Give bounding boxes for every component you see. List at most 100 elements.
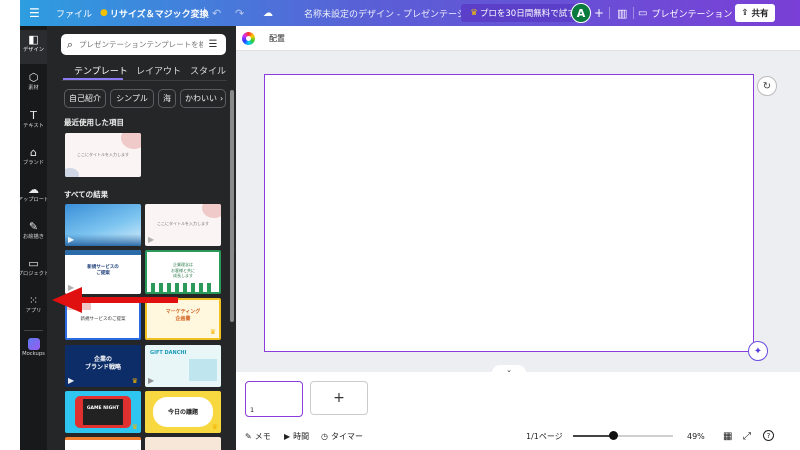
tree-pattern <box>151 283 215 292</box>
notes-button[interactable]: ✎ メモ <box>245 429 271 443</box>
template-thumb[interactable]: 企業の ブランド戦略 ▶ ♛ <box>65 345 141 387</box>
results-heading: すべての結果 <box>64 190 109 199</box>
decor-shape <box>65 168 79 177</box>
rail-divider <box>24 330 43 331</box>
template-thumb[interactable]: GIFT DANCHI ▶ <box>145 345 221 387</box>
rail-item-design[interactable]: ◧ デザイン <box>20 30 47 64</box>
rail-item-brand[interactable]: ⌂ ブランド <box>20 143 47 177</box>
apps-icon: ⁙ <box>28 294 39 307</box>
pro-trial-label: プロを30日間無料で試す <box>479 9 576 19</box>
template-thumb[interactable]: マーケティング 企画書 ♛ <box>145 298 221 340</box>
template-thumb[interactable]: 今日の議題 ♛ <box>145 391 221 433</box>
timer-icon: ◷ <box>321 431 328 441</box>
comment-icon[interactable]: ↻ <box>757 76 777 96</box>
page-count[interactable]: 1/1ページ <box>526 429 563 443</box>
file-menu[interactable]: ファイル <box>56 0 92 26</box>
design-page[interactable] <box>264 74 754 352</box>
share-button[interactable]: ⇪ 共有 <box>735 4 775 22</box>
chip-sea[interactable]: 海 <box>158 89 176 108</box>
draw-icon: ✎ <box>28 220 39 233</box>
pro-trial-button[interactable]: ♛ プロを30日間無料で試す <box>461 4 585 22</box>
rail-item-elements[interactable]: ⬡ 素材 <box>20 68 47 102</box>
tab-styles[interactable]: スタイル <box>190 64 226 77</box>
analytics-icon[interactable]: ▥ <box>617 0 627 26</box>
redo-icon[interactable]: ↷ <box>235 0 244 26</box>
color-picker-icon[interactable] <box>242 32 255 45</box>
grid-view-icon[interactable]: ▦ <box>723 429 732 443</box>
tab-divider <box>61 80 227 81</box>
play-icon: ▶ <box>148 376 155 385</box>
undo-icon[interactable]: ↶ <box>212 0 221 26</box>
template-search[interactable]: ⌕ ☰ <box>61 34 226 55</box>
document-title[interactable]: 名称未設定のデザイン - プレゼンテーション <box>304 0 484 26</box>
zoom-slider[interactable] <box>573 435 673 437</box>
share-label: 共有 <box>751 9 769 19</box>
page-thumbnail[interactable]: 1 <box>245 381 303 417</box>
rail-item-apps[interactable]: ⁙ アプリ <box>20 291 47 325</box>
timing-button[interactable]: ▶ 時間 <box>284 429 309 443</box>
rail-item-projects[interactable]: ▭ プロジェクト <box>18 254 49 288</box>
page-number: 1 <box>250 406 255 414</box>
thumb-text: 今日の議題 <box>167 409 198 416</box>
avatar[interactable]: A <box>571 3 591 23</box>
template-thumb[interactable]: 企業理念は お客様と共に 成長します <box>145 250 221 294</box>
decor-shape <box>189 359 217 381</box>
filter-icon[interactable]: ☰ <box>203 39 223 50</box>
template-thumb[interactable] <box>65 437 141 450</box>
template-thumb[interactable]: ▶ <box>65 204 141 246</box>
chip-self-intro[interactable]: 自己紹介 <box>64 89 106 108</box>
rail-item-uploads[interactable]: ☁ アップロード <box>18 180 49 214</box>
recent-template-thumb[interactable]: ここにタイトルを入力します <box>65 133 141 177</box>
arrange-button[interactable]: 配置 <box>269 33 285 44</box>
chevron-down-icon[interactable]: ⌄ <box>492 365 526 375</box>
zoom-slider-handle[interactable] <box>609 431 618 440</box>
chip-simple[interactable]: シンプル <box>110 89 154 108</box>
rail-item-draw[interactable]: ✎ お絵描き <box>20 217 47 251</box>
timer-button[interactable]: ◷ タイマー <box>321 429 363 443</box>
timer-label: タイマー <box>330 431 363 441</box>
crown-icon: ♛ <box>209 328 216 336</box>
decor-shape <box>121 133 141 149</box>
notes-icon: ✎ <box>245 431 252 441</box>
template-thumb[interactable]: ここにタイトルを入力します ▶ <box>145 204 221 246</box>
cloud-saved-icon[interactable]: ☁ <box>263 0 273 26</box>
resize-label: リサイズ＆マジック変換 <box>109 9 209 20</box>
play-icon: ▶ <box>68 235 75 244</box>
template-thumb[interactable] <box>145 437 221 450</box>
timing-icon: ▶ <box>284 431 291 441</box>
annotation-arrow-shaft <box>80 297 178 303</box>
notes-label: メモ <box>254 431 271 441</box>
search-input[interactable] <box>79 40 203 49</box>
panel-scrollbar[interactable] <box>230 90 234 322</box>
brand-icon: ⌂ <box>30 146 37 159</box>
play-icon: ▶ <box>68 376 75 385</box>
fullscreen-icon[interactable]: ⤢ <box>743 429 751 443</box>
add-page-button[interactable]: + <box>310 381 368 415</box>
timing-label: 時間 <box>293 431 310 441</box>
help-icon[interactable]: ? <box>763 430 774 441</box>
share-icon: ⇪ <box>741 8 749 18</box>
divider <box>609 7 610 19</box>
chip-cute[interactable]: かわいい › <box>180 89 226 108</box>
tab-layouts[interactable]: レイアウト <box>136 64 181 77</box>
magic-assistant-icon[interactable]: ✦ <box>748 341 768 361</box>
rail-item-mockups[interactable]: Mockups <box>20 335 47 369</box>
elements-icon: ⬡ <box>28 71 39 84</box>
thumb-text: ここにタイトルを入力します <box>77 152 129 157</box>
active-tab-indicator <box>63 78 123 80</box>
tab-templates[interactable]: テンプレート <box>74 64 128 77</box>
resize-button[interactable]: ● リサイズ＆マジック変換 <box>100 0 209 26</box>
rail-item-text[interactable]: T テキスト <box>20 106 47 140</box>
add-icon[interactable]: + <box>594 0 604 26</box>
template-thumb[interactable]: GAME NIGHT ♛ <box>65 391 141 433</box>
divider <box>204 7 205 19</box>
present-icon: ▭ <box>638 7 648 19</box>
top-bar: ☰ ファイル ● リサイズ＆マジック変換 ↶ ↷ ☁ 名称未設定のデザイン - … <box>20 0 800 26</box>
crown-icon: ♛ <box>211 423 218 431</box>
play-icon: ▶ <box>148 235 155 244</box>
menu-icon[interactable]: ☰ <box>29 0 40 26</box>
present-button[interactable]: ▭ プレゼンテーション <box>638 0 732 26</box>
crown-icon: ♛ <box>131 377 138 385</box>
chevron-right-icon[interactable]: › <box>220 94 223 103</box>
zoom-level[interactable]: 49% <box>687 429 705 443</box>
